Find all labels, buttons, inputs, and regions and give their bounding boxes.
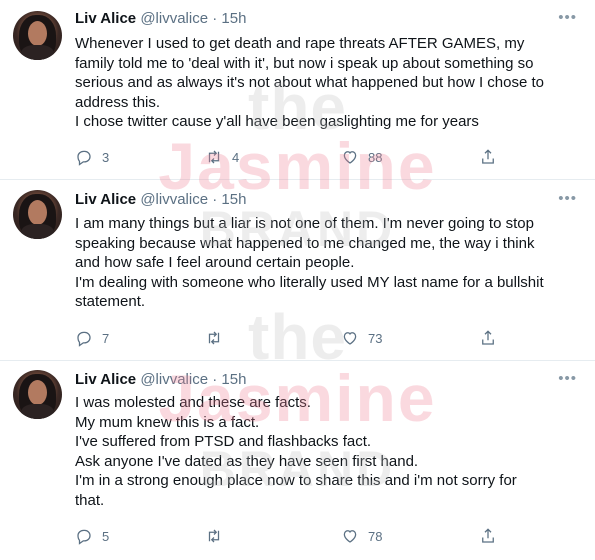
tweet-1[interactable]: Liv Alice @livvalice · 15h ••• Whenever … (0, 0, 595, 180)
reply-icon (77, 529, 91, 545)
like-count: 78 (368, 528, 383, 544)
tweet-line: Ask anyone I've dated as they have seen … (75, 452, 419, 470)
more-icon[interactable]: ••• (558, 189, 577, 209)
retweet-icon (208, 529, 220, 543)
like-icon (343, 332, 357, 345)
reply-count: 3 (102, 149, 110, 165)
tweet-text: I was molested and these are facts. My m… (75, 393, 581, 511)
more-icon[interactable]: ••• (558, 8, 577, 28)
reply-button[interactable]: 7 (75, 327, 109, 349)
tweet-line: Whenever I used to get death and rape th… (75, 35, 525, 52)
tweet-header: Liv Alice @livvalice · 15h (75, 9, 575, 29)
reply-button[interactable]: 5 (75, 525, 109, 547)
like-icon (343, 530, 357, 543)
tweet-line: I was molested and these are facts. (75, 394, 311, 411)
tweet-line: I've suffered from PTSD and flashbacks f… (75, 433, 372, 451)
tweet-line: statement. (75, 293, 146, 311)
like-count: 73 (368, 330, 383, 346)
retweet-button[interactable] (205, 525, 232, 547)
author-handle[interactable]: @livvalice (140, 191, 208, 208)
tweet-line: I chose twitter cause y'all have been ga… (75, 113, 479, 131)
avatar[interactable] (13, 11, 62, 60)
tweet-header: Liv Alice @livvalice · 15h (75, 370, 575, 390)
retweet-icon (208, 331, 220, 345)
tweet-line: I'm dealing with someone who literally u… (75, 273, 544, 291)
tweet-line: address this. (75, 93, 161, 111)
tweet-time[interactable]: 15h (221, 191, 246, 208)
like-count: 88 (368, 149, 383, 165)
author-name[interactable]: Liv Alice (75, 371, 136, 388)
tweet-time[interactable]: 15h (221, 371, 246, 388)
retweet-button[interactable]: 4 (205, 146, 239, 168)
tweet-2[interactable]: Liv Alice @livvalice · 15h ••• I am many… (0, 180, 595, 361)
avatar[interactable] (13, 370, 62, 419)
separator-dot: · (212, 371, 218, 388)
like-button[interactable]: 78 (341, 525, 382, 547)
reply-icon (77, 331, 91, 347)
tweet-line: and how safe I feel around certain peopl… (75, 254, 355, 272)
tweet-line: I am many things but a liar is not one o… (75, 215, 534, 232)
share-icon (482, 330, 494, 345)
tweet-line: My mum knew this is a fact. (75, 413, 260, 431)
like-icon (343, 151, 357, 164)
share-button[interactable] (479, 146, 497, 168)
author-handle[interactable]: @livvalice (140, 10, 208, 27)
reply-count: 5 (102, 528, 110, 544)
tweet-actions: 3 4 88 (75, 146, 505, 168)
tweet-line: speaking because what happened to me cha… (75, 234, 535, 252)
reply-icon (77, 150, 91, 166)
more-icon[interactable]: ••• (558, 369, 577, 389)
share-button[interactable] (479, 327, 497, 349)
like-button[interactable]: 73 (341, 327, 382, 349)
avatar[interactable] (13, 190, 62, 239)
tweet-time[interactable]: 15h (221, 10, 246, 27)
retweet-button[interactable] (205, 327, 232, 349)
author-name[interactable]: Liv Alice (75, 10, 136, 27)
reply-count: 7 (102, 330, 110, 346)
like-button[interactable]: 88 (341, 146, 382, 168)
tweet-actions: 5 78 (75, 525, 505, 547)
separator-dot: · (212, 10, 218, 27)
tweet-line: I'm in a strong enough place now to shar… (75, 472, 517, 490)
tweet-actions: 7 73 (75, 327, 505, 349)
tweet-line: serious and as always it's not about wha… (75, 74, 544, 92)
retweet-icon (208, 150, 220, 164)
share-button[interactable] (479, 525, 497, 547)
tweet-text: Whenever I used to get death and rape th… (75, 34, 581, 132)
reply-button[interactable]: 3 (75, 146, 109, 168)
tweet-text: I am many things but a liar is not one o… (75, 214, 581, 312)
author-name[interactable]: Liv Alice (75, 191, 136, 208)
tweet-header: Liv Alice @livvalice · 15h (75, 190, 575, 210)
tweet-line: that. (75, 491, 105, 509)
share-icon (482, 149, 494, 164)
share-icon (482, 528, 494, 543)
author-handle[interactable]: @livvalice (140, 371, 208, 388)
separator-dot: · (212, 191, 218, 208)
retweet-count: 4 (232, 149, 240, 165)
tweet-line: family told me to 'deal with it', but no… (75, 54, 534, 72)
tweet-3[interactable]: Liv Alice @livvalice · 15h ••• I was mol… (0, 361, 595, 560)
